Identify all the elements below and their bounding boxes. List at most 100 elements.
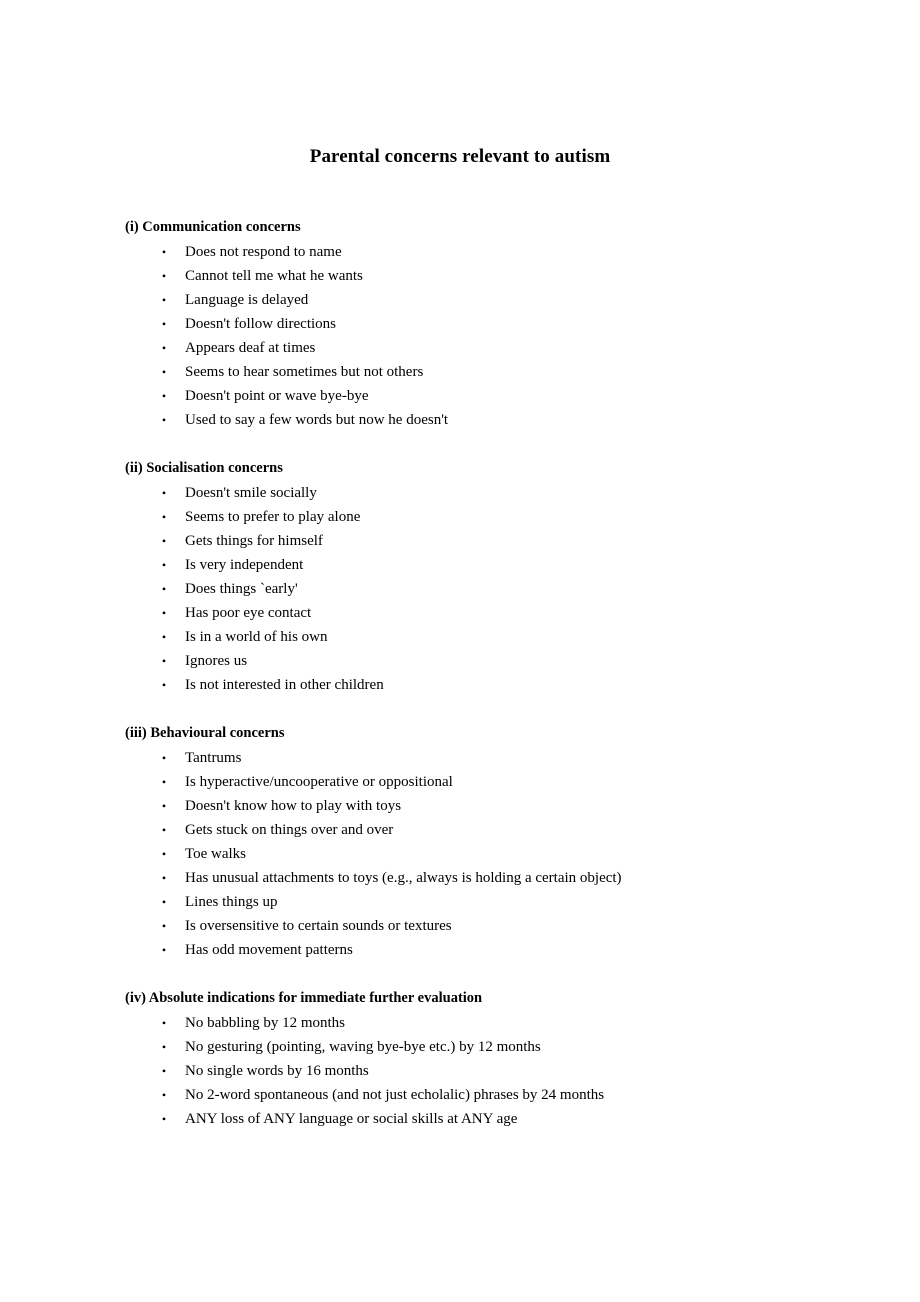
list-item-label: Used to say a few words but now he doesn… — [185, 412, 449, 428]
list-item-label: Tantrums — [185, 750, 242, 766]
bullet-icon: • — [161, 1016, 167, 1030]
list-item: • Language is delayed — [125, 288, 795, 312]
list-item: • Is not interested in other children — [125, 673, 795, 697]
list-item-label: Is in a world of his own — [185, 629, 328, 645]
list-item-label: No gesturing (pointing, waving bye-bye e… — [185, 1039, 541, 1055]
list-item: • Has unusual attachments to toys (e.g.,… — [125, 866, 795, 890]
list-item: • Does things `early' — [125, 577, 795, 601]
list-item: • Cannot tell me what he wants — [125, 264, 795, 288]
list-item-label: Has poor eye contact — [185, 605, 312, 621]
list-item: • Appears deaf at times — [125, 336, 795, 360]
bullet-icon: • — [161, 413, 167, 427]
list-item: • Ignores us — [125, 649, 795, 673]
list-item-label: Doesn't know how to play with toys — [185, 798, 402, 814]
bullet-icon: • — [161, 534, 167, 548]
list-item: • Is in a world of his own — [125, 625, 795, 649]
document-content: Parental concerns relevant to autism (i)… — [125, 145, 795, 1131]
list-item: • No gesturing (pointing, waving bye-bye… — [125, 1035, 795, 1059]
bullet-list: • Tantrums • Is hyperactive/uncooperativ… — [125, 746, 795, 962]
list-item-label: Doesn't smile socially — [185, 485, 317, 501]
list-item: • Gets things for himself — [125, 529, 795, 553]
section-heading: (iv) Absolute indications for immediate … — [125, 990, 483, 1006]
list-item: • Lines things up — [125, 890, 795, 914]
bullet-icon: • — [161, 1040, 167, 1054]
list-item-label: Toe walks — [185, 846, 247, 862]
bullet-icon: • — [161, 751, 167, 765]
list-item-label: Gets things for himself — [185, 533, 323, 549]
list-item: • Doesn't follow directions — [125, 312, 795, 336]
list-item: • Tantrums — [125, 746, 795, 770]
list-item-label: Lines things up — [185, 894, 278, 910]
list-item: • Gets stuck on things over and over — [125, 818, 795, 842]
list-item-label: ANY loss of ANY language or social skill… — [185, 1111, 518, 1127]
list-item-label: Doesn't follow directions — [185, 316, 337, 332]
bullet-icon: • — [161, 293, 167, 307]
list-item: • Has poor eye contact — [125, 601, 795, 625]
bullet-icon: • — [161, 895, 167, 909]
list-item: • Has odd movement patterns — [125, 938, 795, 962]
bullet-icon: • — [161, 365, 167, 379]
list-item-label: Is very independent — [185, 557, 304, 573]
bullet-icon: • — [161, 654, 167, 668]
list-item-label: Ignores us — [185, 653, 248, 669]
bullet-icon: • — [161, 1112, 167, 1126]
bullet-icon: • — [161, 606, 167, 620]
list-item-label: Has odd movement patterns — [185, 942, 353, 958]
list-item-label: Has unusual attachments to toys (e.g., a… — [185, 870, 622, 886]
list-item-label: Does things `early' — [185, 581, 298, 597]
list-item: • Doesn't point or wave bye-bye — [125, 384, 795, 408]
section-absolute-indications: (iv) Absolute indications for immediate … — [125, 986, 795, 1131]
bullet-icon: • — [161, 678, 167, 692]
bullet-icon: • — [161, 1064, 167, 1078]
list-item-label: Gets stuck on things over and over — [185, 822, 394, 838]
list-item: • No 2-word spontaneous (and not just ec… — [125, 1083, 795, 1107]
list-item: • No single words by 16 months — [125, 1059, 795, 1083]
section-communication-concerns: (i) Communication concerns • Does not re… — [125, 215, 795, 432]
bullet-icon: • — [161, 269, 167, 283]
list-item-label: Seems to hear sometimes but not others — [185, 364, 424, 380]
section-heading: (iii) Behavioural concerns — [125, 725, 285, 741]
bullet-icon: • — [161, 582, 167, 596]
list-item: • Doesn't know how to play with toys — [125, 794, 795, 818]
list-item: • Doesn't smile socially — [125, 481, 795, 505]
list-item: • No babbling by 12 months — [125, 1011, 795, 1035]
bullet-icon: • — [161, 341, 167, 355]
bullet-list: • Does not respond to name • Cannot tell… — [125, 240, 795, 432]
list-item-label: Is oversensitive to certain sounds or te… — [185, 918, 452, 934]
bullet-icon: • — [161, 245, 167, 259]
document-page: Parental concerns relevant to autism (i)… — [0, 0, 920, 1302]
section-socialisation-concerns: (ii) Socialisation concerns • Doesn't sm… — [125, 456, 795, 697]
list-item: • Is oversensitive to certain sounds or … — [125, 914, 795, 938]
bullet-icon: • — [161, 1088, 167, 1102]
list-item-label: No 2-word spontaneous (and not just echo… — [185, 1087, 605, 1103]
list-item-label: Is not interested in other children — [185, 677, 384, 693]
list-item-label: Does not respond to name — [185, 244, 342, 260]
list-item-label: Language is delayed — [185, 292, 309, 308]
list-item-label: Seems to prefer to play alone — [185, 509, 361, 525]
list-item: • Is very independent — [125, 553, 795, 577]
list-item: • Seems to prefer to play alone — [125, 505, 795, 529]
bullet-icon: • — [161, 775, 167, 789]
section-behavioural-concerns: (iii) Behavioural concerns • Tantrums • … — [125, 721, 795, 962]
bullet-icon: • — [161, 871, 167, 885]
bullet-icon: • — [161, 317, 167, 331]
list-item: • ANY loss of ANY language or social ski… — [125, 1107, 795, 1131]
bullet-icon: • — [161, 847, 167, 861]
bullet-icon: • — [161, 558, 167, 572]
page-title: Parental concerns relevant to autism — [309, 146, 611, 167]
bullet-icon: • — [161, 823, 167, 837]
list-item-label: Cannot tell me what he wants — [185, 268, 363, 284]
list-item: • Used to say a few words but now he doe… — [125, 408, 795, 432]
bullet-icon: • — [161, 919, 167, 933]
list-item-label: Doesn't point or wave bye-bye — [185, 388, 369, 404]
bullet-list: • Doesn't smile socially • Seems to pref… — [125, 481, 795, 697]
bullet-icon: • — [161, 630, 167, 644]
section-heading: (i) Communication concerns — [125, 219, 301, 235]
list-item-label: Appears deaf at times — [185, 340, 316, 356]
bullet-icon: • — [161, 486, 167, 500]
list-item: • Seems to hear sometimes but not others — [125, 360, 795, 384]
bullet-icon: • — [161, 943, 167, 957]
section-heading: (ii) Socialisation concerns — [125, 460, 283, 476]
list-item-label: No single words by 16 months — [185, 1063, 369, 1079]
bullet-icon: • — [161, 510, 167, 524]
